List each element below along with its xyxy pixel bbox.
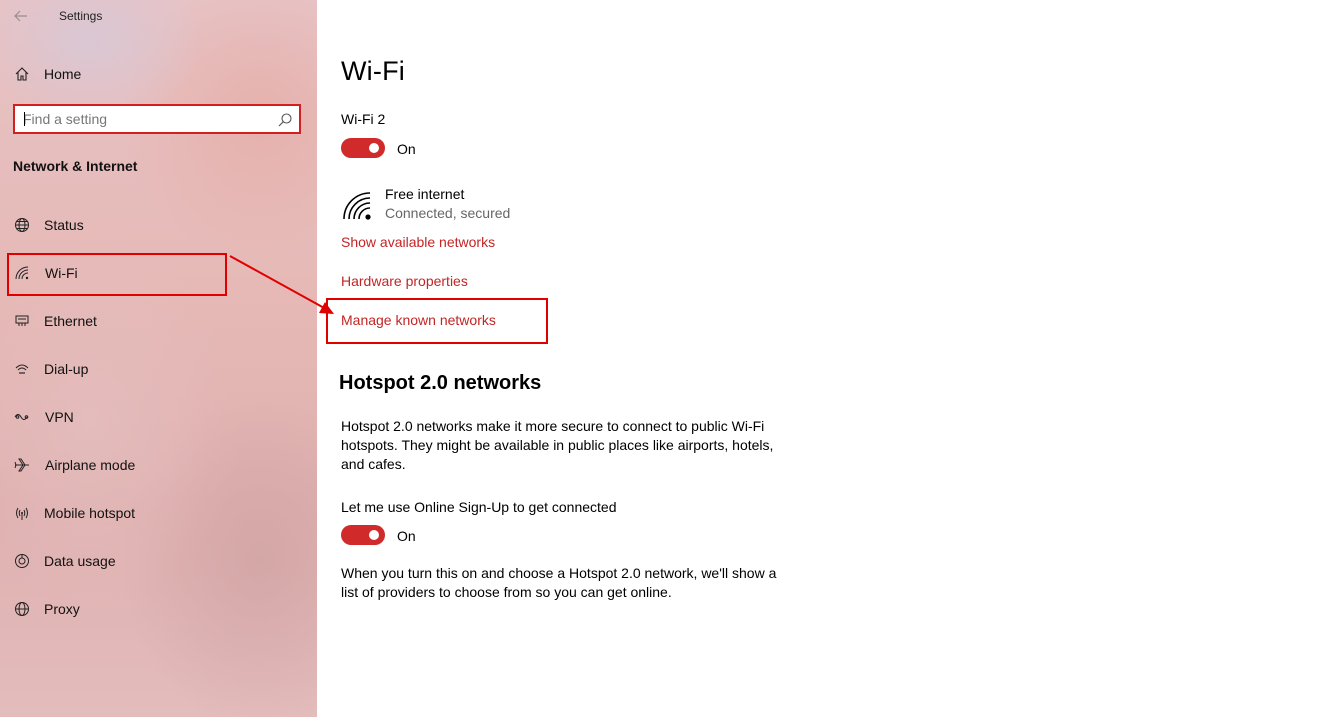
text-caret bbox=[24, 112, 25, 126]
sidebar-item-label: Data usage bbox=[44, 553, 116, 569]
title-bar: Settings bbox=[0, 0, 317, 34]
sidebar-item-data-usage[interactable]: Data usage bbox=[0, 543, 317, 579]
show-available-networks-link[interactable]: Show available networks bbox=[341, 234, 495, 250]
hotspot-description: Hotspot 2.0 networks make it more secure… bbox=[341, 418, 774, 472]
sidebar-item-label: Home bbox=[44, 66, 82, 82]
ethernet-icon bbox=[13, 312, 31, 330]
sidebar-item-label: Status bbox=[44, 217, 84, 233]
sidebar-item-vpn[interactable]: VPN bbox=[0, 399, 317, 435]
app-title: Settings bbox=[59, 9, 103, 23]
sidebar: Settings Home Network & Internet Status … bbox=[0, 0, 317, 717]
main-content: Wi-Fi Wi-Fi 2 On Free internet Connected… bbox=[317, 0, 1317, 717]
page-title: Wi-Fi bbox=[341, 56, 405, 86]
vpn-icon bbox=[13, 408, 31, 426]
sidebar-item-label: VPN bbox=[45, 409, 74, 425]
search-input[interactable] bbox=[15, 106, 275, 132]
search-icon[interactable] bbox=[277, 112, 293, 128]
online-signup-toggle[interactable] bbox=[341, 525, 385, 545]
sidebar-item-label: Dial-up bbox=[44, 361, 89, 377]
wifi-toggle[interactable] bbox=[341, 138, 385, 158]
airplane-icon bbox=[13, 456, 31, 474]
globe-network-icon bbox=[13, 216, 31, 234]
sidebar-item-mobile-hotspot[interactable]: Mobile hotspot bbox=[0, 495, 317, 531]
back-arrow-icon bbox=[14, 10, 27, 22]
manage-networks-highlight-box bbox=[326, 298, 548, 344]
wifi-highlight-box bbox=[7, 253, 227, 296]
wifi-toggle-state: On bbox=[397, 141, 416, 157]
network-name: Free internet bbox=[385, 186, 465, 202]
dial-up-icon bbox=[13, 360, 31, 378]
wifi-signal-icon bbox=[343, 192, 371, 220]
sidebar-item-home[interactable]: Home bbox=[0, 60, 317, 88]
sidebar-item-airplane-mode[interactable]: Airplane mode bbox=[0, 447, 317, 483]
online-signup-toggle-state: On bbox=[397, 528, 416, 544]
back-button[interactable] bbox=[10, 6, 32, 26]
toggle-knob bbox=[369, 530, 379, 540]
data-usage-icon bbox=[13, 552, 31, 570]
sidebar-item-status[interactable]: Status bbox=[0, 207, 317, 243]
home-icon bbox=[13, 65, 31, 83]
hotspot-icon bbox=[13, 504, 31, 522]
sidebar-item-dial-up[interactable]: Dial-up bbox=[0, 351, 317, 387]
sidebar-item-label: Proxy bbox=[44, 601, 80, 617]
adapter-label: Wi-Fi 2 bbox=[341, 111, 386, 127]
globe-icon bbox=[13, 600, 31, 618]
sidebar-item-label: Ethernet bbox=[44, 313, 97, 329]
search-box[interactable] bbox=[13, 104, 301, 134]
hotspot-section-heading: Hotspot 2.0 networks bbox=[339, 372, 542, 394]
hotspot-footer-text: When you turn this on and choose a Hotsp… bbox=[341, 565, 777, 600]
hardware-properties-link[interactable]: Hardware properties bbox=[341, 273, 468, 289]
sidebar-item-ethernet[interactable]: Ethernet bbox=[0, 303, 317, 339]
sidebar-item-label: Airplane mode bbox=[45, 457, 136, 473]
section-title: Network & Internet bbox=[13, 158, 138, 174]
toggle-knob bbox=[369, 143, 379, 153]
online-signup-label: Let me use Online Sign-Up to get connect… bbox=[341, 499, 617, 515]
sidebar-item-label: Mobile hotspot bbox=[44, 505, 136, 521]
sidebar-item-proxy[interactable]: Proxy bbox=[0, 591, 317, 627]
network-status: Connected, secured bbox=[385, 205, 511, 221]
